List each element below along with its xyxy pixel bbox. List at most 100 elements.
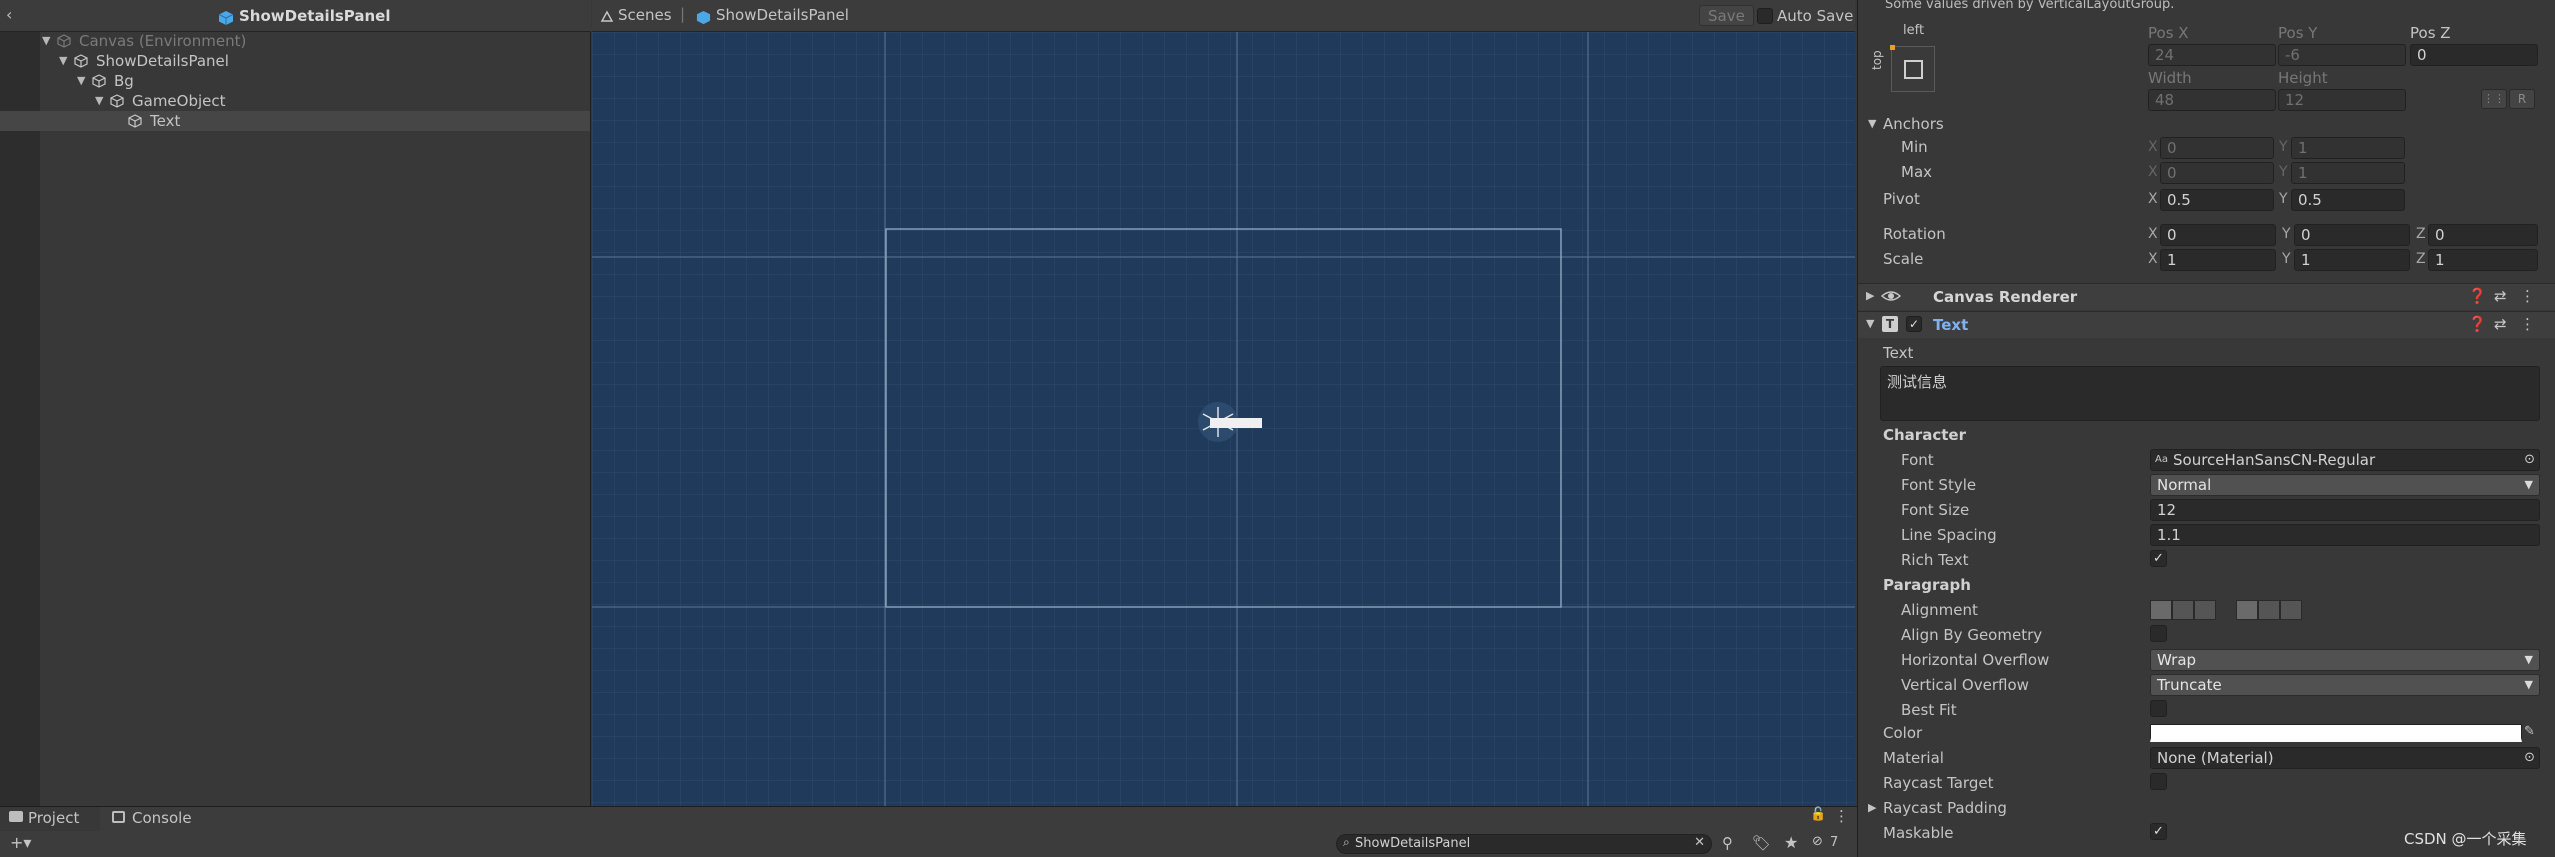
align-right-icon[interactable] <box>2194 600 2216 620</box>
anchor-marker-icon <box>1890 45 1895 50</box>
anchors-max-y-field: 1 <box>2291 162 2405 184</box>
pivot-x-field[interactable]: 0.5 <box>2160 189 2274 211</box>
object-picker-icon[interactable]: ⊙ <box>2524 748 2535 768</box>
character-section-label: Character <box>1883 426 1966 444</box>
text-element-rect <box>1210 418 1262 428</box>
favorite-icon[interactable]: ★ <box>1784 833 1798 852</box>
axis-x-label: X <box>2148 251 2158 267</box>
hierarchy-item-bg[interactable]: ▼ Bg <box>0 71 590 91</box>
align-center-icon[interactable] <box>2172 600 2194 620</box>
pos-x-field: 24 <box>2148 44 2276 66</box>
breadcrumb-scenes[interactable]: Scenes <box>618 6 672 24</box>
lock-icon[interactable]: 🔓 <box>1810 807 1826 822</box>
fold-arrow-icon[interactable]: ▼ <box>77 71 85 91</box>
scale-x-field[interactable]: 1 <box>2160 249 2276 271</box>
maskable-checkbox[interactable]: ✓ <box>2150 823 2167 840</box>
best-fit-label: Best Fit <box>1901 701 1957 719</box>
axis-x-label: X <box>2148 191 2158 207</box>
inspector-panel: Some values driven by VerticalLayoutGrou… <box>1857 0 2555 857</box>
raw-edit-button[interactable]: R <box>2509 89 2535 109</box>
search-input[interactable]: ⌕ ShowDetailsPanel ✕ <box>1336 834 1712 854</box>
scale-label: Scale <box>1883 250 1924 268</box>
raycast-padding-label: Raycast Padding <box>1883 799 2007 817</box>
rotation-x-field[interactable]: 0 <box>2160 224 2276 246</box>
preset-icon[interactable]: ⇄ <box>2494 315 2507 333</box>
alignment-buttons <box>2150 600 2370 620</box>
fold-arrow-icon[interactable]: ▼ <box>1866 317 1874 330</box>
anchor-preset-button[interactable] <box>1890 45 1935 92</box>
help-icon[interactable]: ❓ <box>2468 315 2487 333</box>
hierarchy-item-canvas[interactable]: ▼ Canvas (Environment) <box>0 31 590 51</box>
fold-arrow-icon[interactable]: ▼ <box>95 91 103 111</box>
autosave-checkbox[interactable] <box>1757 8 1773 24</box>
align-by-geometry-checkbox[interactable] <box>2150 625 2167 642</box>
tab-project[interactable]: Project <box>0 807 100 831</box>
width-label: Width <box>2148 69 2192 87</box>
align-middle-icon[interactable] <box>2258 600 2280 620</box>
kebab-menu-icon[interactable]: ⋮ <box>2520 315 2535 333</box>
add-icon[interactable]: +▾ <box>10 833 31 852</box>
raycast-padding-fold-icon[interactable]: ▶ <box>1868 801 1876 814</box>
best-fit-checkbox[interactable] <box>2150 700 2167 717</box>
rotation-label: Rotation <box>1883 225 1946 243</box>
hierarchy-item-gameobject[interactable]: ▼ GameObject <box>0 91 590 111</box>
tab-console[interactable]: Console <box>100 807 200 831</box>
save-button[interactable]: Save <box>1699 5 1754 26</box>
filter-by-label-icon[interactable]: 🏷 <box>1752 834 1771 852</box>
horizontal-overflow-label: Horizontal Overflow <box>1901 651 2050 669</box>
text-area[interactable]: 测试信息 <box>1880 366 2540 421</box>
anchors-label: Anchors <box>1883 115 1944 133</box>
anchor-preset-left-label: left <box>1903 23 1925 38</box>
font-style-dropdown[interactable]: Normal ▼ <box>2150 474 2540 496</box>
filter-by-type-icon[interactable]: ⚲ <box>1722 834 1733 852</box>
hierarchy-panel: ‹ ShowDetailsPanel ▼ Canvas (Environment… <box>0 0 591 806</box>
text-component-title: Text <box>1933 316 1969 334</box>
bottom-panel: Project Console 🔓 ⋮ +▾ ⌕ ShowDetailsPane… <box>0 806 1857 857</box>
horizontal-overflow-dropdown[interactable]: Wrap ▼ <box>2150 649 2540 671</box>
rotation-y-field[interactable]: 0 <box>2294 224 2410 246</box>
clear-search-icon[interactable]: ✕ <box>1694 835 1705 850</box>
vertical-overflow-dropdown[interactable]: Truncate ▼ <box>2150 674 2540 696</box>
scene-toolbar: Scenes | ShowDetailsPanel Save Auto Save <box>592 0 1855 32</box>
kebab-menu-icon[interactable]: ⋮ <box>2520 287 2535 305</box>
align-top-icon[interactable] <box>2236 600 2258 620</box>
pos-z-field[interactable]: 0 <box>2410 44 2538 66</box>
scale-y-field[interactable]: 1 <box>2294 249 2410 271</box>
kebab-menu-icon[interactable]: ⋮ <box>1834 807 1849 825</box>
pivot-y-field[interactable]: 0.5 <box>2291 189 2405 211</box>
line-spacing-label: Line Spacing <box>1901 526 1997 544</box>
material-field[interactable]: None (Material) ⊙ <box>2150 747 2540 769</box>
breadcrumb-prefab[interactable]: ShowDetailsPanel <box>716 6 849 24</box>
color-swatch[interactable] <box>2150 724 2522 742</box>
text-component-header[interactable]: ▼ T ✓ Text ❓ ⇄ ⋮ <box>1858 311 2555 338</box>
hidden-packages-icon[interactable]: ⊘ <box>1812 834 1823 849</box>
preset-icon[interactable]: ⇄ <box>2494 287 2507 305</box>
hierarchy-item-text[interactable]: Text <box>0 111 590 131</box>
line-spacing-field[interactable]: 1.1 <box>2150 524 2540 546</box>
fold-arrow-icon[interactable]: ▶ <box>1866 289 1874 302</box>
canvas-renderer-header[interactable]: ▶ Canvas Renderer ❓ ⇄ ⋮ <box>1858 283 2555 310</box>
align-left-icon[interactable] <box>2150 600 2172 620</box>
eyedropper-icon[interactable]: ✎ <box>2524 724 2535 739</box>
font-size-field[interactable]: 12 <box>2150 499 2540 521</box>
back-arrow-icon[interactable]: ‹ <box>6 5 12 24</box>
fold-arrow-icon[interactable]: ▼ <box>42 31 50 51</box>
rotation-z-field[interactable]: 0 <box>2428 224 2538 246</box>
fold-arrow-icon[interactable]: ▼ <box>59 51 67 71</box>
object-picker-icon[interactable]: ⊙ <box>2524 450 2535 470</box>
blueprint-mode-button[interactable]: ⋮⋮ <box>2481 89 2507 109</box>
raycast-target-checkbox[interactable] <box>2150 773 2167 790</box>
scene-viewport[interactable] <box>592 32 1855 806</box>
help-icon[interactable]: ❓ <box>2468 287 2487 305</box>
font-value: SourceHanSansCN-Regular <box>2173 451 2376 469</box>
align-bottom-icon[interactable] <box>2280 600 2302 620</box>
text-enabled-checkbox[interactable]: ✓ <box>1906 316 1922 332</box>
rich-text-checkbox[interactable]: ✓ <box>2150 550 2167 567</box>
hierarchy-item-showdetailspanel[interactable]: ▼ ShowDetailsPanel <box>0 51 590 71</box>
scale-z-field[interactable]: 1 <box>2428 249 2538 271</box>
hierarchy-item-label: ShowDetailsPanel <box>96 52 229 70</box>
anchors-fold-icon[interactable]: ▼ <box>1868 117 1876 130</box>
hierarchy-item-label: Bg <box>114 72 134 90</box>
font-field[interactable]: Aa SourceHanSansCN-Regular ⊙ <box>2150 449 2540 471</box>
font-style-label: Font Style <box>1901 476 1977 494</box>
